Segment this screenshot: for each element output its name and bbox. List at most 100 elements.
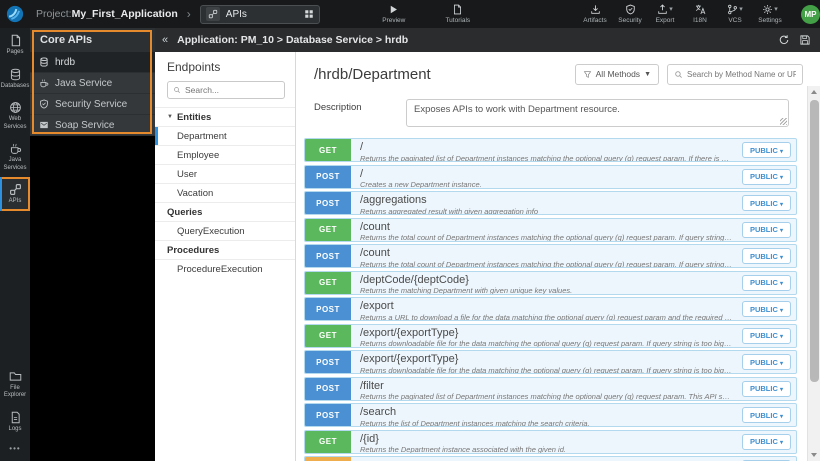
access-level-dropdown[interactable]: PUBLIC ▾ — [741, 407, 791, 423]
app-logo[interactable] — [0, 0, 30, 28]
endpoints-title: Endpoints — [167, 60, 221, 74]
rail-item[interactable]: Logs — [0, 405, 30, 439]
save-icon[interactable] — [799, 34, 811, 46]
caret-down-icon: ▾ — [779, 281, 783, 287]
api-endpoint-list: GET / Returns the paginated list of Depa… — [296, 138, 807, 461]
access-level-dropdown[interactable]: PUBLIC ▾ — [741, 380, 791, 397]
access-level-dropdown[interactable]: PUBLIC ▾ — [741, 195, 791, 211]
collapse-panel-icon[interactable]: « — [155, 34, 177, 46]
chevron-right-icon: › — [186, 7, 191, 21]
method-badge: POST — [305, 351, 351, 373]
api-path: /count — [360, 220, 390, 233]
tutorials-icon — [452, 4, 463, 15]
endpoint-item[interactable]: ▼ ProcedureExecution — [155, 259, 295, 278]
java-icon — [39, 78, 49, 88]
refresh-icon[interactable] — [778, 34, 790, 46]
endpoint-item-label: User — [177, 168, 198, 180]
rail-item-label: Web Services — [3, 116, 27, 130]
play-icon — [388, 4, 399, 15]
triangle-down-icon — [811, 453, 817, 457]
toolbar-action-button[interactable]: ▾ Artifacts — [579, 4, 611, 24]
access-level-dropdown[interactable]: PUBLIC ▾ — [741, 221, 791, 238]
rail-item[interactable]: Web Services — [0, 95, 30, 136]
endpoints-search[interactable] — [167, 81, 285, 99]
api-description: Returns downloadable file for the data m… — [360, 339, 733, 347]
preview-button[interactable]: Preview — [378, 4, 410, 24]
api-endpoint-row: GET / Returns the paginated list of Depa… — [304, 138, 797, 162]
endpoint-item-label: Department — [177, 130, 227, 142]
api-endpoint-row: POST /aggregations Returns aggregated re… — [304, 191, 797, 215]
vertical-scrollbar[interactable] — [807, 86, 820, 461]
access-level-label: PUBLIC — [749, 331, 778, 340]
method-search[interactable] — [667, 63, 803, 85]
artifacts-download-icon — [590, 4, 601, 15]
rail-item[interactable]: Pages — [0, 28, 30, 62]
method-search-input[interactable] — [687, 69, 796, 79]
endpoint-item[interactable]: ▼ Vacation — [155, 183, 295, 202]
endpoint-item[interactable]: ▼ Employee — [155, 145, 295, 164]
core-apis-panel: Core APIs hrdb Java Service Security Ser… — [30, 28, 155, 461]
scroll-up-button[interactable] — [808, 86, 820, 98]
caret-down-icon: ▾ — [779, 175, 783, 181]
core-api-item[interactable]: Java Service — [30, 73, 155, 94]
methods-filter-dropdown[interactable]: All Methods ▼ — [574, 63, 659, 85]
core-api-item-label: hrdb — [55, 56, 76, 68]
access-level-dropdown[interactable]: PUBLIC ▾ — [741, 327, 791, 344]
access-level-dropdown[interactable]: PUBLIC ▾ — [741, 274, 791, 291]
endpoints-panel: Endpoints ▼ Entities ▼ Department ▼ Empl… — [155, 52, 296, 461]
endpoint-item[interactable]: ▼ Entities — [155, 107, 295, 126]
access-level-dropdown[interactable]: PUBLIC ▾ — [741, 142, 791, 158]
description-textarea[interactable]: Exposes APIs to work with Department res… — [406, 99, 789, 127]
toolbar-action-button[interactable]: ▾ Security — [614, 4, 646, 24]
endpoint-item-label: QueryExecution — [177, 225, 245, 237]
project-name: Project:My_First_Application — [36, 8, 178, 20]
core-api-item[interactable]: hrdb — [30, 52, 155, 73]
core-api-item[interactable]: Security Service — [30, 94, 155, 115]
api-endpoint-row: POST /export/{exportType} Returns downlo… — [304, 350, 797, 374]
access-level-label: PUBLIC — [749, 225, 778, 234]
rail-more-button[interactable]: ••• — [0, 438, 30, 461]
access-level-dropdown[interactable]: PUBLIC ▾ — [741, 433, 791, 450]
toolbar-action-button[interactable]: ▾ Export — [649, 4, 681, 24]
funnel-icon — [583, 70, 592, 79]
access-level-label: PUBLIC — [749, 304, 778, 314]
rail-spacer — [0, 211, 30, 364]
caret-down-icon: ▾ — [779, 307, 783, 314]
toolbar-action-button[interactable]: ▾ VCS — [719, 4, 751, 24]
endpoints-search-input[interactable] — [185, 85, 279, 95]
access-level-label: PUBLIC — [749, 410, 778, 420]
endpoint-item[interactable]: ▼ Department — [155, 126, 295, 145]
endpoint-item[interactable]: ▼ User — [155, 164, 295, 183]
scroll-down-button[interactable] — [808, 449, 820, 461]
user-avatar[interactable]: MP — [801, 4, 820, 24]
endpoint-item[interactable]: ▼ Queries — [155, 202, 295, 221]
api-description: Creates a new Department instance. — [360, 180, 482, 188]
apis-icon — [9, 183, 22, 196]
access-level-dropdown[interactable]: PUBLIC ▾ — [741, 168, 791, 185]
methods-filter-label: All Methods — [595, 69, 641, 79]
rail-item[interactable]: Java Services — [0, 136, 30, 177]
toolbar-action-label: Settings — [758, 17, 782, 24]
scrollbar-thumb[interactable] — [809, 100, 819, 382]
core-api-item[interactable]: Soap Service — [30, 115, 155, 136]
access-level-dropdown[interactable]: PUBLIC ▾ — [741, 248, 791, 264]
access-level-label: PUBLIC — [749, 278, 778, 287]
rail-item[interactable]: APIs — [0, 177, 30, 211]
caret-down-icon: ▾ — [739, 6, 743, 13]
grid-menu-icon[interactable] — [304, 9, 314, 19]
rail-item[interactable]: Databases — [0, 62, 30, 96]
caret-down-icon: ▼ — [644, 70, 651, 78]
endpoint-item[interactable]: ▼ Procedures — [155, 240, 295, 259]
rail-item-label: Logs — [8, 425, 22, 432]
toolbar-action-button[interactable]: ▾ Settings — [754, 4, 786, 24]
rail-item[interactable]: File Explorer — [0, 364, 30, 405]
rail-item-label: Databases — [0, 82, 30, 89]
toolbar-action-button[interactable]: ▾ I18N — [684, 4, 716, 24]
endpoint-item[interactable]: ▼ QueryExecution — [155, 221, 295, 240]
access-level-dropdown[interactable]: PUBLIC ▾ — [741, 301, 791, 317]
api-path: / — [360, 167, 364, 180]
access-level-dropdown[interactable]: PUBLIC ▾ — [741, 354, 791, 370]
toolbar-actions: ▾ Artifacts ▾ Security ▾ Export ▾ I18N ▾… — [579, 4, 793, 24]
workspace-selector[interactable]: APIs — [199, 4, 320, 24]
tutorials-button[interactable]: Tutorials — [442, 4, 474, 24]
